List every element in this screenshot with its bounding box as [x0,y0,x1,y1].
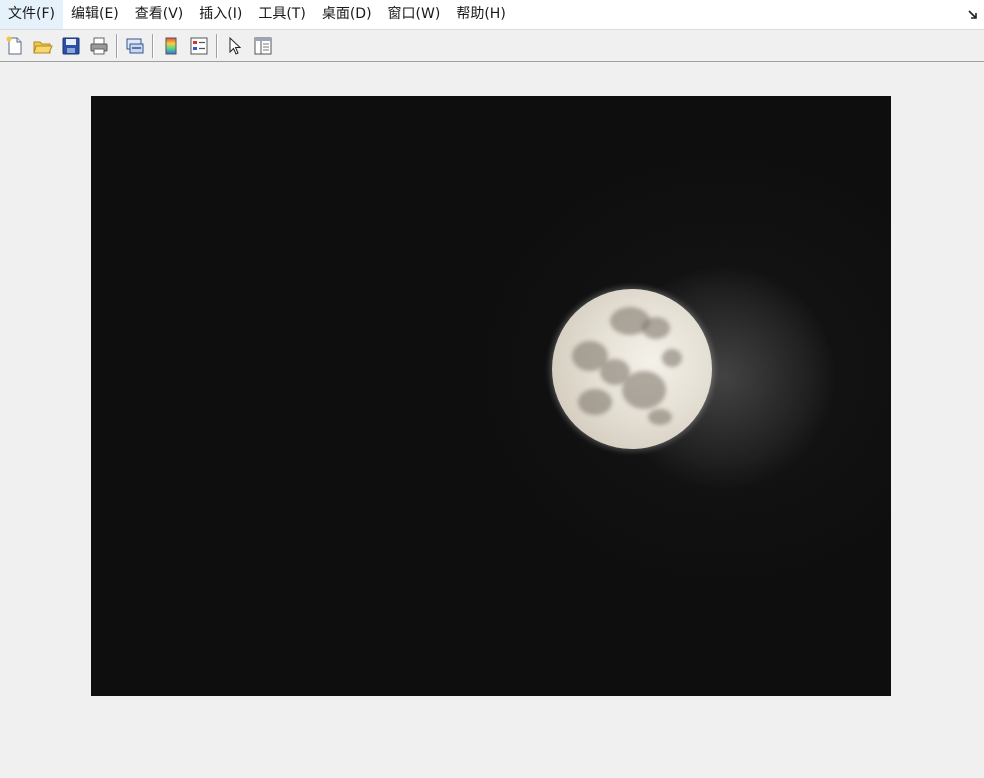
open-file-button[interactable] [30,33,56,59]
save-button[interactable] [58,33,84,59]
toolbar-separator [216,33,218,58]
colorbar-button[interactable] [158,33,184,59]
edit-plot-button[interactable] [222,33,248,59]
link-plot-icon [125,36,145,56]
legend-icon [189,36,209,56]
open-file-icon [33,36,53,56]
print-icon [89,36,109,56]
menu-file[interactable]: 文件(F) [0,0,63,29]
menu-window[interactable]: 窗口(W) [380,0,449,29]
menu-insert[interactable]: 插入(I) [191,0,250,29]
toolbar-separator [116,33,118,58]
link-plot-button[interactable] [122,33,148,59]
menu-desktop[interactable]: 桌面(D) [314,0,380,29]
edit-plot-pointer-icon [225,36,245,56]
menu-help[interactable]: 帮助(H) [448,0,513,29]
figure-toolbar [0,29,984,62]
print-button[interactable] [86,33,112,59]
menu-view[interactable]: 查看(V) [127,0,192,29]
new-figure-icon [5,36,25,56]
menu-tools[interactable]: 工具(T) [250,0,313,29]
dock-arrow-icon[interactable] [966,6,980,20]
save-icon [61,36,81,56]
full-moon [552,289,712,449]
new-figure-button[interactable] [2,33,28,59]
moon-image[interactable] [91,96,891,696]
property-inspector-button[interactable] [250,33,276,59]
property-inspector-icon [253,36,273,56]
colorbar-icon [161,36,181,56]
menu-bar: 文件(F) 编辑(E) 查看(V) 插入(I) 工具(T) 桌面(D) 窗口(W… [0,0,984,29]
figure-canvas [0,63,984,778]
toolbar-separator [152,33,154,58]
menu-edit[interactable]: 编辑(E) [63,0,127,29]
legend-button[interactable] [186,33,212,59]
